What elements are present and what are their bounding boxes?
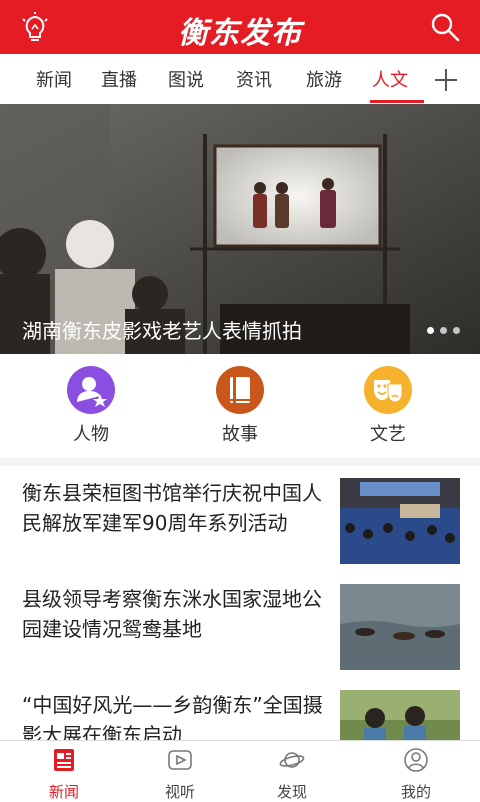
- tab-news[interactable]: 新闻: [36, 66, 72, 92]
- person-star-icon: [67, 366, 115, 414]
- app-logo: 衡东发布: [178, 16, 302, 51]
- user-icon: [404, 748, 428, 772]
- play-icon: [168, 750, 192, 770]
- news-icon: [54, 749, 74, 771]
- news-item[interactable]: 县级领导考察衡东洣水国家湿地公园建设情况鸳鸯基地: [0, 572, 480, 678]
- nav-label: 我的: [400, 783, 431, 801]
- bottom-nav: 新闻 视听 发现 我的: [0, 740, 480, 801]
- tab-info[interactable]: 资讯: [236, 66, 272, 92]
- news-thumbnail: [340, 478, 460, 564]
- category-stories[interactable]: 故事: [190, 366, 290, 446]
- featured-banner[interactable]: 湖南衡东皮影戏老艺人表情抓拍: [0, 104, 480, 354]
- category-arts[interactable]: 文艺: [338, 366, 438, 446]
- planet-icon: [279, 752, 305, 768]
- channel-tabs: 新闻 直播 图说 资讯 旅游 人文: [0, 54, 480, 105]
- nav-mine[interactable]: 我的: [376, 747, 456, 802]
- tab-live[interactable]: 直播: [101, 66, 137, 92]
- news-title: 县级领导考察衡东洣水国家湿地公园建设情况鸳鸯基地: [22, 587, 322, 641]
- carousel-dot[interactable]: [453, 327, 460, 334]
- nav-label: 发现: [276, 783, 307, 801]
- category-label: 人物: [73, 424, 109, 445]
- tab-photos[interactable]: 图说: [168, 66, 204, 92]
- search-icon[interactable]: [430, 12, 460, 42]
- app-header: 衡东发布: [0, 0, 480, 54]
- tab-travel[interactable]: 旅游: [306, 66, 342, 92]
- carousel-indicator: [421, 319, 460, 338]
- news-title: 衡东县荣桓图书馆举行庆祝中国人民解放军建军90周年系列活动: [22, 481, 322, 535]
- category-row: 人物 故事 文艺: [0, 354, 480, 458]
- theater-masks-icon: [364, 366, 412, 414]
- category-people[interactable]: 人物: [41, 366, 141, 446]
- carousel-dot[interactable]: [427, 327, 434, 334]
- news-thumbnail: [340, 584, 460, 670]
- nav-label: 视听: [164, 783, 195, 801]
- nav-video[interactable]: 视听: [140, 747, 220, 802]
- active-tab-indicator: [370, 100, 424, 103]
- plus-icon[interactable]: [435, 69, 457, 91]
- category-label: 故事: [222, 424, 258, 445]
- banner-caption: 湖南衡东皮影戏老艺人表情抓拍: [22, 319, 302, 343]
- news-item[interactable]: 衡东县荣桓图书馆举行庆祝中国人民解放军建军90周年系列活动: [0, 466, 480, 572]
- nav-label: 新闻: [48, 783, 79, 801]
- nav-news[interactable]: 新闻: [24, 747, 104, 802]
- section-divider: [0, 458, 480, 466]
- book-icon: [216, 366, 264, 414]
- tab-culture[interactable]: 人文: [372, 66, 408, 92]
- category-label: 文艺: [370, 424, 406, 445]
- nav-discover[interactable]: 发现: [252, 747, 332, 802]
- carousel-dot[interactable]: [440, 327, 447, 334]
